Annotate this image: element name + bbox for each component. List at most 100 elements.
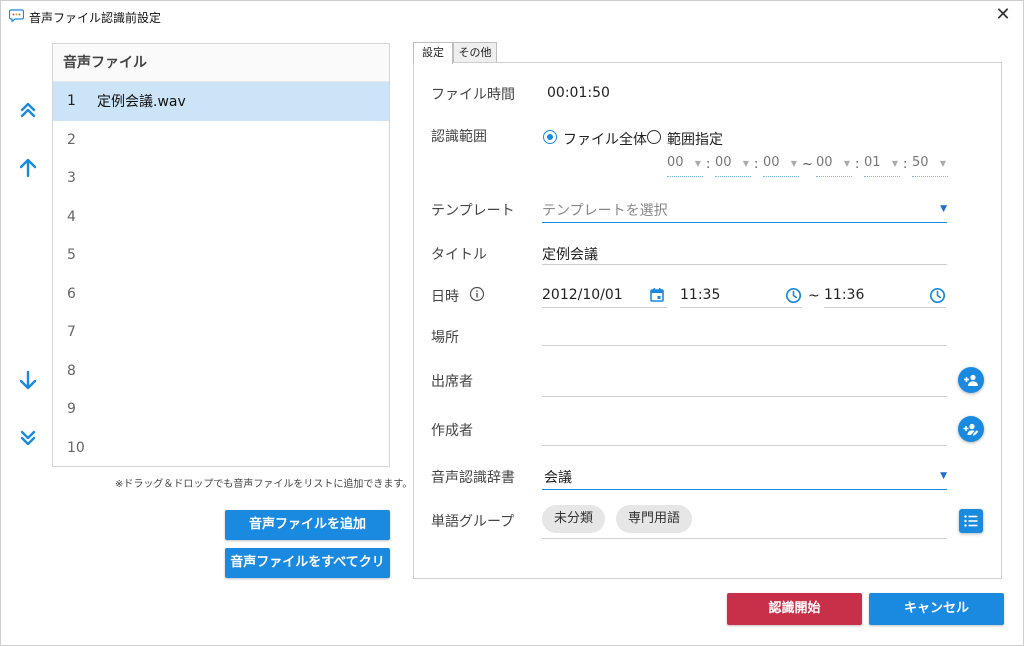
range-specify-radio[interactable] [647, 130, 661, 144]
file-list-row[interactable]: 2 [53, 121, 389, 160]
end-second-spinner[interactable]: 50 ▼ [912, 155, 948, 177]
word-group-chip[interactable]: 専門用語 [616, 505, 693, 533]
place-input[interactable] [542, 322, 947, 346]
edit-person-icon [963, 423, 979, 436]
arrow-up-icon [19, 158, 37, 178]
file-list-row[interactable]: 6 [53, 275, 389, 314]
start-second-value: 00 [763, 155, 780, 170]
file-list-row[interactable]: 10 [53, 429, 389, 468]
cancel-button[interactable]: キャンセル [869, 593, 1004, 625]
time-range-tilde: ~ [808, 288, 820, 304]
time-separator: : [706, 157, 711, 172]
title-label: タイトル [431, 247, 487, 263]
caret-down-icon: ▼ [940, 204, 947, 214]
dictionary-select[interactable]: 会議 ▼ [542, 466, 947, 490]
end-hour-spinner[interactable]: 00 ▼ [816, 155, 852, 177]
row-number: 6 [67, 285, 76, 302]
chat-bubble-icon [9, 9, 24, 22]
start-minute-spinner[interactable]: 00 ▼ [715, 155, 751, 177]
caret-down-icon: ▼ [742, 159, 749, 168]
audio-file-list: 音声ファイル 1 定例会議.wav 2 3 4 5 6 7 8 9 10 [52, 43, 390, 467]
file-list-row[interactable]: 9 [53, 390, 389, 429]
file-list-row[interactable]: 5 [53, 236, 389, 275]
file-time-value: 00:01:50 [547, 85, 610, 101]
date-picker[interactable]: 2012/10/01 [542, 284, 667, 308]
attendees-input[interactable] [542, 373, 947, 397]
word-group-chip[interactable]: 未分類 [542, 505, 606, 533]
end-time-picker[interactable]: 11:36 [824, 284, 946, 308]
file-list-row[interactable]: 3 [53, 159, 389, 198]
template-select[interactable]: テンプレートを選択 ▼ [542, 199, 947, 223]
place-label: 場所 [431, 330, 459, 346]
template-placeholder: テンプレートを選択 [542, 203, 668, 219]
move-to-bottom-button[interactable] [17, 427, 39, 449]
word-group-list-button[interactable] [959, 509, 983, 533]
datetime-label: 日時 [431, 289, 459, 305]
file-list-row[interactable]: 7 [53, 313, 389, 352]
add-audio-file-button[interactable]: 音声ファイルを追加 [225, 510, 390, 540]
calendar-icon [650, 288, 664, 302]
row-number: 4 [67, 208, 76, 225]
tab-settings[interactable]: 設定 [413, 42, 453, 64]
drag-drop-hint: ※ドラッグ＆ドロップでも音声ファイルをリストに追加できます。 [115, 479, 413, 490]
add-attendee-button[interactable] [958, 367, 984, 393]
range-specify-label: 範囲指定 [667, 132, 723, 148]
start-time-value: 11:35 [680, 287, 721, 303]
caret-down-icon: ▼ [790, 159, 797, 168]
dictionary-value: 会議 [544, 470, 572, 486]
start-time-picker[interactable]: 11:35 [680, 284, 802, 308]
start-hour-value: 00 [667, 155, 684, 170]
row-number: 9 [67, 401, 76, 418]
row-number: 8 [67, 362, 76, 379]
caret-down-icon: ▼ [891, 159, 898, 168]
time-separator: : [754, 157, 759, 172]
file-time-label: ファイル時間 [431, 87, 515, 103]
author-label: 作成者 [431, 423, 473, 439]
file-list-header: 音声ファイル [53, 44, 389, 82]
start-hour-spinner[interactable]: 00 ▼ [667, 155, 703, 177]
move-down-button[interactable] [17, 369, 39, 391]
title-input[interactable]: 定例会議 [542, 241, 947, 265]
time-separator: : [855, 157, 860, 172]
window-title: 音声ファイル認識前設定 [29, 11, 162, 25]
clear-audio-files-button[interactable]: 音声ファイルをすべてクリア [225, 548, 390, 600]
move-to-top-button[interactable] [17, 99, 39, 121]
clock-icon [785, 287, 802, 304]
date-value: 2012/10/01 [542, 287, 623, 303]
title-value: 定例会議 [542, 247, 598, 263]
range-all-label: ファイル全体 [563, 132, 647, 148]
attendees-label: 出席者 [431, 374, 473, 390]
add-author-button[interactable] [958, 416, 984, 442]
start-second-spinner[interactable]: 00 ▼ [763, 155, 799, 177]
row-number: 3 [67, 170, 76, 187]
range-all-radio[interactable] [543, 130, 557, 144]
end-hour-value: 00 [816, 155, 833, 170]
end-minute-spinner[interactable]: 01 ▼ [864, 155, 900, 177]
recognition-range-label: 認識範囲 [431, 129, 487, 145]
word-group-label: 単語グループ [431, 514, 515, 530]
caret-down-icon: ▼ [939, 159, 946, 168]
file-name: 定例会議.wav [97, 94, 186, 111]
row-number: 1 [67, 93, 76, 110]
clock-icon [929, 287, 946, 304]
dictionary-label: 音声認識辞書 [431, 470, 515, 486]
start-recognition-button[interactable]: 認識開始 [727, 593, 862, 625]
move-up-button[interactable] [17, 157, 39, 179]
caret-down-icon: ▼ [694, 159, 701, 168]
close-button[interactable]: ✕ [993, 6, 1013, 26]
time-separator: : [903, 157, 908, 172]
end-second-value: 50 [912, 155, 929, 170]
caret-down-icon: ▼ [843, 159, 850, 168]
author-input[interactable] [542, 422, 947, 446]
row-number: 5 [67, 247, 76, 264]
end-time-value: 11:36 [824, 287, 865, 303]
info-icon[interactable] [469, 286, 485, 302]
caret-down-icon: ▼ [940, 471, 947, 481]
file-list-row[interactable]: 8 [53, 352, 389, 391]
file-list-row[interactable]: 4 [53, 198, 389, 237]
file-list-row[interactable]: 1 定例会議.wav [53, 82, 389, 121]
list-icon [964, 515, 978, 527]
add-person-icon [964, 374, 978, 386]
tab-other[interactable]: その他 [453, 42, 497, 63]
double-chevron-up-icon [20, 102, 36, 118]
